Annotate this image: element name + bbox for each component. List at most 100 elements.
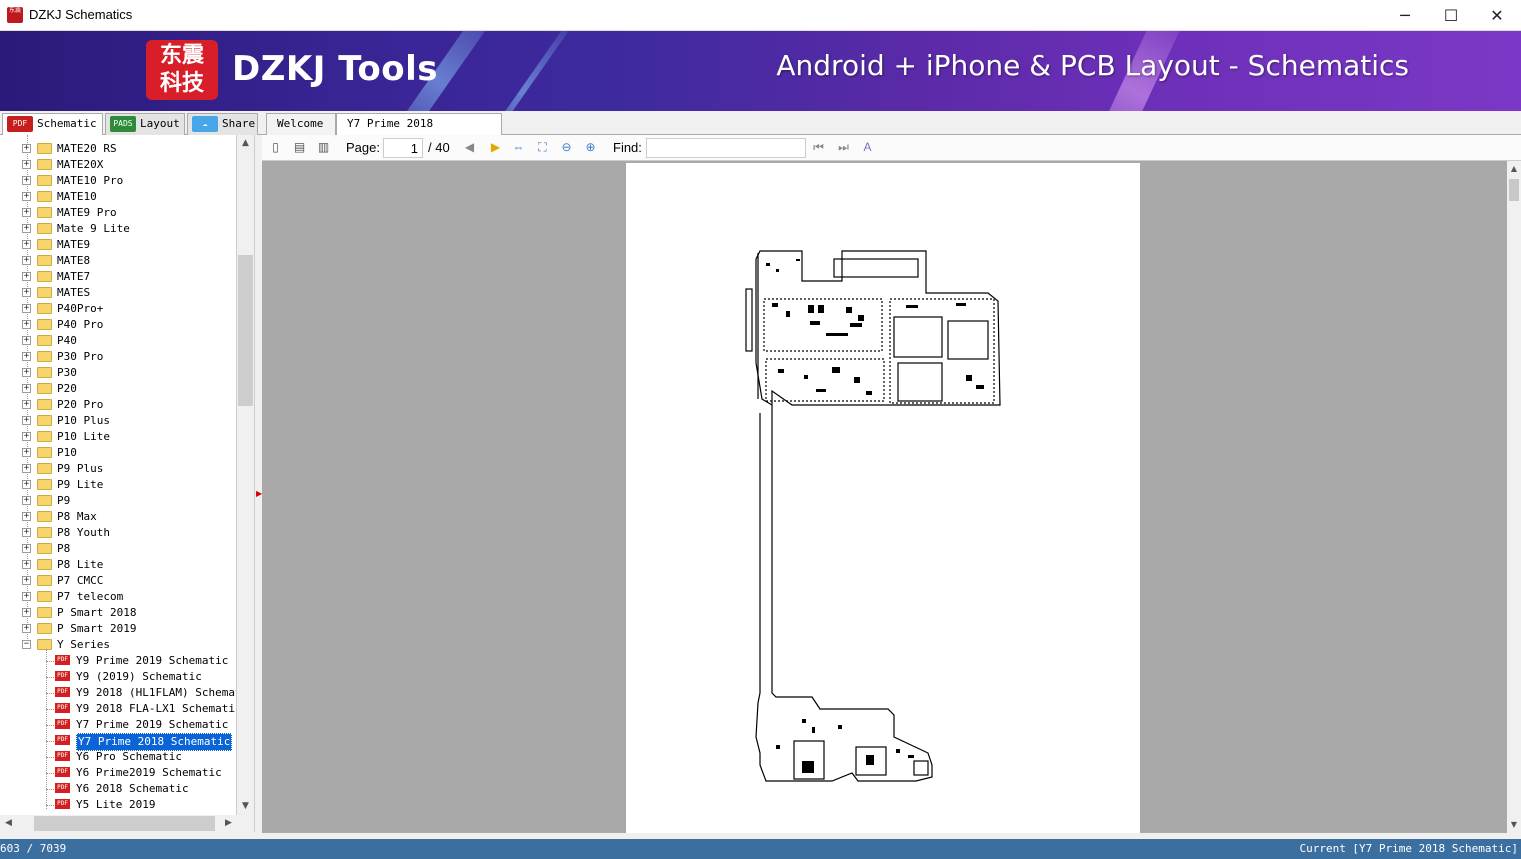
tree-file-item[interactable]: PDF Y9 2018 (HL1FLAM) Schematic [0,685,236,701]
expand-icon[interactable]: + [22,304,31,313]
doc-tab-welcome[interactable]: Welcome [266,113,336,135]
tree-vertical-scrollbar[interactable]: ▲ ▼ [237,135,254,815]
tree-file-item[interactable]: PDF Y6 Prime2019 Schematic [0,765,236,781]
tree-folder-item[interactable]: + MATE9 Pro [0,205,236,221]
fit-width-icon[interactable]: ⇔ [510,139,527,156]
tree-folder-item[interactable]: + P7 CMCC [0,573,236,589]
expand-icon[interactable]: + [22,544,31,553]
scroll-thumb[interactable] [238,255,253,406]
tree-folder-item[interactable]: + P9 Lite [0,477,236,493]
hscroll-thumb[interactable] [34,816,215,831]
expand-icon[interactable]: + [22,576,31,585]
expand-icon[interactable]: + [22,416,31,425]
expand-icon[interactable]: + [22,320,31,329]
tree-folder-item[interactable]: + P8 Max [0,509,236,525]
document-viewer[interactable] [262,161,1507,833]
tree-folder-item[interactable]: + MATES [0,285,236,301]
tree-folder-item[interactable]: + MATE8 [0,253,236,269]
fit-page-icon[interactable]: ⛶ [534,139,551,156]
tree-file-item[interactable]: PDF Y6 Pro Schematic [0,749,236,765]
tree-folder-item[interactable]: + MATE9 [0,237,236,253]
tree-folder-item[interactable]: + MATE10 [0,189,236,205]
maximize-button[interactable]: ☐ [1428,0,1474,31]
expand-icon[interactable]: + [22,240,31,249]
tree-folder-item[interactable]: + MATE20 RS [0,141,236,157]
tree-folder-item[interactable]: − Y Series [0,637,236,653]
tree-file-item[interactable]: PDF Y5 Lite 2019 [0,797,236,813]
expand-icon[interactable]: + [22,352,31,361]
tree-folder-item[interactable]: + P10 Plus [0,413,236,429]
find-prev-icon[interactable]: ⏮ [810,139,827,156]
expand-icon[interactable]: + [22,512,31,521]
expand-icon[interactable]: + [22,400,31,409]
expand-icon[interactable]: + [22,560,31,569]
tree-folder-item[interactable]: + P20 Pro [0,397,236,413]
scroll-left-icon[interactable]: ◀ [0,815,17,832]
viewer-vertical-scrollbar[interactable]: ▲ ▼ [1507,161,1521,833]
expand-icon[interactable]: + [22,160,31,169]
expand-icon[interactable]: + [22,496,31,505]
close-button[interactable]: ✕ [1474,0,1520,31]
expand-icon[interactable]: + [22,432,31,441]
match-case-icon[interactable]: A [859,139,876,156]
continuous-page-icon[interactable]: ▤ [291,139,308,156]
scroll-right-icon[interactable]: ▶ [220,815,237,832]
tree-folder-item[interactable]: + P40 Pro [0,317,236,333]
collapse-icon[interactable]: − [22,640,31,649]
facing-page-icon[interactable]: ▥ [315,139,332,156]
viewer-scroll-down-icon[interactable]: ▼ [1507,817,1521,833]
expand-icon[interactable]: + [22,624,31,633]
expand-icon[interactable]: + [22,176,31,185]
minimize-button[interactable]: ─ [1382,0,1428,31]
tree-folder-item[interactable]: + Mate 9 Lite [0,221,236,237]
tree-folder-item[interactable]: + P40Pro+ [0,301,236,317]
expand-icon[interactable]: + [22,272,31,281]
expand-icon[interactable]: + [22,192,31,201]
scroll-down-icon[interactable]: ▼ [237,798,254,815]
expand-icon[interactable]: + [22,480,31,489]
find-next-icon[interactable]: ⏭ [835,139,852,156]
tree-folder-item[interactable]: + P Smart 2018 [0,605,236,621]
tree-folder-item[interactable]: + MATE7 [0,269,236,285]
expand-icon[interactable]: + [22,368,31,377]
tree-file-item[interactable]: PDF Y9 Prime 2019 Schematic [0,653,236,669]
page-number-input[interactable] [383,138,423,158]
doc-tab-y7-prime-2018[interactable]: Y7 Prime 2018 Schematic× [336,113,502,151]
tree-folder-item[interactable]: + P8 Lite [0,557,236,573]
expand-icon[interactable]: + [22,256,31,265]
scroll-up-icon[interactable]: ▲ [237,135,254,152]
single-page-icon[interactable]: ▯ [267,139,284,156]
tab-schematic[interactable]: PDF Schematic [2,113,103,136]
tree-file-item[interactable]: PDF Y9 2018 FLA-LX1 Schematic [0,701,236,717]
tree-file-item[interactable]: PDF Y6 2018 Schematic [0,781,236,797]
tree-folder-item[interactable]: + P40 [0,333,236,349]
tree-folder-item[interactable]: + P7 telecom [0,589,236,605]
expand-icon[interactable]: + [22,592,31,601]
expand-icon[interactable]: + [22,224,31,233]
tab-layout[interactable]: PADS Layout [105,113,185,135]
viewer-scroll-up-icon[interactable]: ▲ [1507,161,1521,177]
tree-file-item[interactable]: PDF Y9 (2019) Schematic [0,669,236,685]
expand-icon[interactable]: + [22,528,31,537]
tree-folder-item[interactable]: + P Smart 2019 [0,621,236,637]
expand-icon[interactable]: + [22,288,31,297]
next-page-icon[interactable]: ▶ [487,139,504,156]
expand-icon[interactable]: + [22,464,31,473]
tree-file-item[interactable]: PDF Y7 Prime 2019 Schematic [0,717,236,733]
expand-icon[interactable]: + [22,144,31,153]
find-input[interactable] [646,138,806,158]
expand-icon[interactable]: + [22,208,31,217]
tree-folder-item[interactable]: + MATE20X [0,157,236,173]
tab-share[interactable]: ☁ Share [187,113,258,135]
tree-folder-item[interactable]: + P30 [0,365,236,381]
tree-folder-item[interactable]: + P30 Pro [0,349,236,365]
expand-icon[interactable]: + [22,448,31,457]
zoom-out-icon[interactable]: ⊖ [558,139,575,156]
prev-page-icon[interactable]: ◀ [461,139,478,156]
tree-folder-item[interactable]: + P9 Plus [0,461,236,477]
expand-icon[interactable]: + [22,384,31,393]
tree-folder-item[interactable]: + P20 [0,381,236,397]
zoom-in-icon[interactable]: ⊕ [582,139,599,156]
viewer-scroll-thumb[interactable] [1509,179,1519,201]
tree-folder-item[interactable]: + P10 [0,445,236,461]
